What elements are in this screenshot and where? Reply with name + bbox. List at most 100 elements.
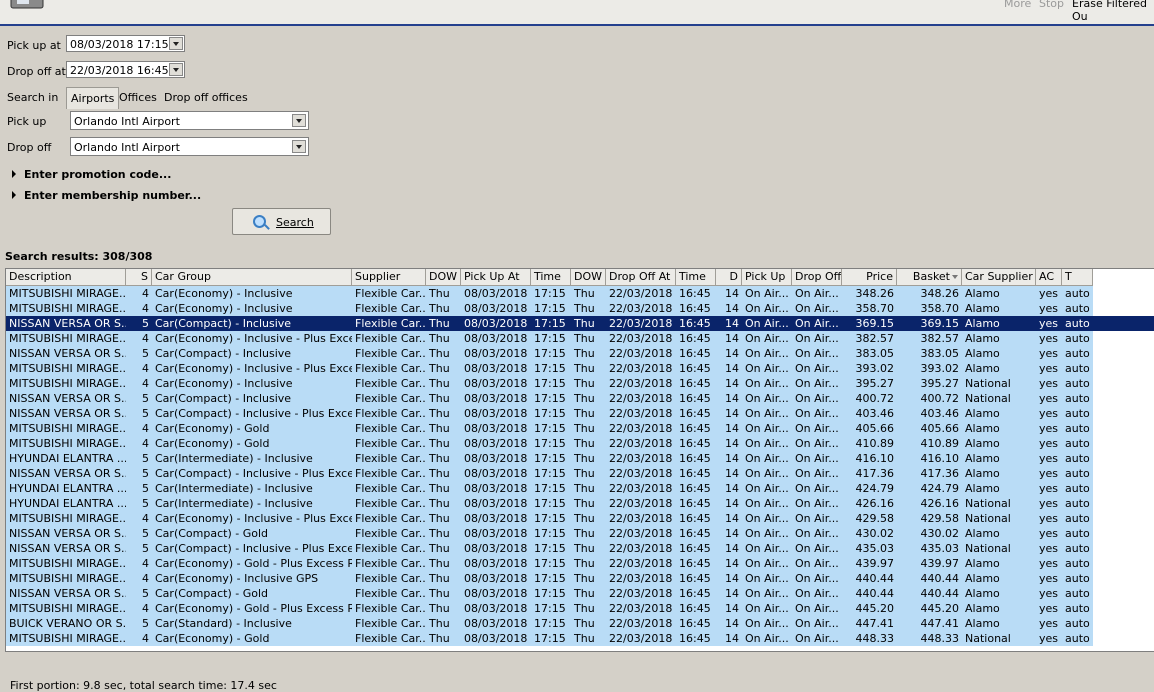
cell-dropoff-dow: Thu bbox=[571, 346, 606, 361]
column-header-car-supplier[interactable]: Car Supplier bbox=[962, 269, 1036, 286]
cell-car-group: Car(Compact) - Inclusive - Plus Exces... bbox=[152, 541, 352, 556]
cell-dropoff-date: 22/03/2018 bbox=[606, 361, 676, 376]
cell-dropoff-date: 22/03/2018 bbox=[606, 586, 676, 601]
cell-dropoff-location: On Air... bbox=[792, 541, 842, 556]
cell-pickup-time: 17:15 bbox=[531, 481, 571, 496]
cell-ac: yes bbox=[1036, 391, 1062, 406]
cell-basket: 400.72 bbox=[897, 391, 962, 406]
dropoff-location-dropdown-icon[interactable] bbox=[292, 140, 306, 153]
cell-price: 382.57 bbox=[842, 331, 897, 346]
table-row[interactable]: MITSUBISHI MIRAGE... 4 Car(Economy) - Gold… bbox=[6, 436, 1093, 451]
pickup-datetime-dropdown-icon[interactable] bbox=[169, 37, 183, 50]
table-row[interactable]: MITSUBISHI MIRAGE... 4 Car(Economy) - Incl… bbox=[6, 331, 1093, 346]
table-row[interactable]: MITSUBISHI MIRAGE... 4 Car(Economy) - Gold… bbox=[6, 601, 1093, 616]
cell-car-group: Car(Economy) - Gold bbox=[152, 436, 352, 451]
cell-dropoff-location: On Air... bbox=[795, 317, 839, 330]
column-header-dropoff-date[interactable]: Drop Off At bbox=[606, 269, 676, 286]
cell-transmission: auto bbox=[1062, 466, 1093, 481]
table-row[interactable]: NISSAN VERSA OR S... 5 Car(Compact) - Gold… bbox=[6, 586, 1093, 601]
cell-pickup-location: On Air... bbox=[742, 451, 792, 466]
search-button[interactable]: Search bbox=[232, 208, 331, 235]
cell-ac: yes bbox=[1036, 421, 1062, 436]
cell-days: 14 bbox=[716, 421, 742, 436]
stop-button[interactable]: Stop bbox=[1039, 0, 1064, 10]
table-row[interactable]: NISSAN VERSA OR S... 5 Car(Compact) - Incl… bbox=[6, 346, 1093, 361]
column-header-pickup-time[interactable]: Time bbox=[531, 269, 571, 286]
cell-description: HYUNDAI ELANTRA ... bbox=[6, 451, 126, 466]
table-row[interactable]: NISSAN VERSA OR S... 5 Car(Compact) - Incl… bbox=[6, 316, 1154, 331]
column-header-dropoff-location[interactable]: Drop Off bbox=[792, 269, 842, 286]
table-row[interactable]: NISSAN VERSA OR S... 5 Car(Compact) - Incl… bbox=[6, 541, 1093, 556]
column-header-dropoff-dow[interactable]: DOW bbox=[571, 269, 606, 286]
column-header-price[interactable]: Price bbox=[842, 269, 897, 286]
dropoff-datetime-field[interactable]: 22/03/2018 16:45 bbox=[66, 61, 185, 78]
cell-days: 14 bbox=[716, 436, 742, 451]
column-header-seats[interactable]: S bbox=[126, 269, 152, 286]
cell-ac: yes bbox=[1036, 481, 1062, 496]
column-header-transmission[interactable]: T bbox=[1062, 269, 1093, 286]
cell-car-supplier: Alamo bbox=[962, 436, 1036, 451]
cell-car-supplier: Alamo bbox=[962, 601, 1036, 616]
erase-filtered-button[interactable]: Erase Filtered Ou bbox=[1072, 0, 1154, 23]
promotion-code-expander[interactable]: Enter promotion code... bbox=[12, 168, 171, 181]
table-row[interactable]: MITSUBISHI MIRAGE... 4 Car(Economy) - Incl… bbox=[6, 511, 1093, 526]
table-row[interactable]: MITSUBISHI MIRAGE... 4 Car(Economy) - Gold… bbox=[6, 631, 1093, 646]
cell-days: 14 bbox=[716, 361, 742, 376]
cell-ac: yes bbox=[1036, 571, 1062, 586]
table-row[interactable]: HYUNDAI ELANTRA ... 5 Car(Intermediate) - … bbox=[6, 496, 1093, 511]
column-header-dropoff-time[interactable]: Time bbox=[676, 269, 716, 286]
table-row[interactable]: HYUNDAI ELANTRA ... 5 Car(Intermediate) - … bbox=[6, 451, 1093, 466]
table-row[interactable]: MITSUBISHI MIRAGE... 4 Car(Economy) - Incl… bbox=[6, 571, 1093, 586]
more-button[interactable]: More bbox=[1004, 0, 1031, 10]
table-row[interactable]: BUICK VERANO OR S... 5 Car(Standard) - Inc… bbox=[6, 616, 1093, 631]
membership-number-expander[interactable]: Enter membership number... bbox=[12, 189, 201, 202]
cell-seats: 5 bbox=[142, 317, 149, 330]
cell-supplier: Flexible Car... bbox=[352, 511, 426, 526]
table-row[interactable]: NISSAN VERSA OR S... 5 Car(Compact) - Incl… bbox=[6, 406, 1093, 421]
column-header-car-group[interactable]: Car Group bbox=[152, 269, 352, 286]
table-row[interactable]: NISSAN VERSA OR S... 5 Car(Compact) - Incl… bbox=[6, 391, 1093, 406]
cell-dropoff-time: 16:45 bbox=[676, 301, 716, 316]
column-header-supplier[interactable]: Supplier bbox=[352, 269, 426, 286]
dropoff-datetime-dropdown-icon[interactable] bbox=[169, 63, 183, 76]
tab-drop-off-offices[interactable]: Drop off offices bbox=[160, 87, 252, 109]
column-header-label: Car Supplier bbox=[965, 270, 1033, 283]
cell-dropoff-location: On Air... bbox=[792, 361, 842, 376]
column-header-pickup-dow[interactable]: DOW bbox=[426, 269, 461, 286]
column-header-description[interactable]: Description bbox=[6, 269, 126, 286]
table-row[interactable]: MITSUBISHI MIRAGE... 4 Car(Economy) - Incl… bbox=[6, 286, 1093, 301]
cell-pickup-dow: Thu bbox=[426, 571, 461, 586]
table-row[interactable]: MITSUBISHI MIRAGE... 4 Car(Economy) - Incl… bbox=[6, 361, 1093, 376]
column-header-days[interactable]: D bbox=[716, 269, 742, 286]
pickup-location-dropdown-icon[interactable] bbox=[292, 114, 306, 127]
dropoff-location-select[interactable]: Orlando Intl Airport bbox=[70, 137, 309, 156]
cell-description: MITSUBISHI MIRAGE... bbox=[6, 556, 126, 571]
table-row[interactable]: MITSUBISHI MIRAGE... 4 Car(Economy) - Incl… bbox=[6, 376, 1093, 391]
pickup-location-select[interactable]: Orlando Intl Airport bbox=[70, 111, 309, 130]
cell-pickup-time: 17:15 bbox=[531, 421, 571, 436]
table-row[interactable]: MITSUBISHI MIRAGE... 4 Car(Economy) - Gold… bbox=[6, 421, 1093, 436]
table-row[interactable]: NISSAN VERSA OR S... 5 Car(Compact) - Gold… bbox=[6, 526, 1093, 541]
cell-days: 14 bbox=[716, 586, 742, 601]
column-header-label: T bbox=[1065, 270, 1072, 283]
cell-price: 448.33 bbox=[842, 631, 897, 646]
cell-car-group: Car(Economy) - Inclusive - Plus Exces... bbox=[152, 511, 352, 526]
tab-offices[interactable]: Offices bbox=[115, 87, 161, 109]
cell-pickup-dow: Thu bbox=[426, 481, 461, 496]
cell-supplier: Flexible Car... bbox=[352, 481, 426, 496]
cell-dropoff-location: On Air... bbox=[792, 286, 842, 301]
table-row[interactable]: HYUNDAI ELANTRA ... 5 Car(Intermediate) - … bbox=[6, 481, 1093, 496]
table-row[interactable]: MITSUBISHI MIRAGE... 4 Car(Economy) - Incl… bbox=[6, 301, 1093, 316]
column-header-label: DOW bbox=[429, 270, 458, 283]
tab-airports[interactable]: Airports bbox=[66, 87, 120, 109]
results-table[interactable]: Description S Car Group Supplier DOW Pick Up … bbox=[5, 268, 1154, 652]
table-row[interactable]: NISSAN VERSA OR S... 5 Car(Compact) - Incl… bbox=[6, 466, 1093, 481]
table-row[interactable]: MITSUBISHI MIRAGE... 4 Car(Economy) - Gold… bbox=[6, 556, 1093, 571]
column-header-ac[interactable]: AC bbox=[1036, 269, 1062, 286]
column-header-pickup-date[interactable]: Pick Up At bbox=[461, 269, 531, 286]
cell-basket: 448.33 bbox=[897, 631, 962, 646]
column-header-basket[interactable]: Basket bbox=[897, 269, 962, 286]
column-header-pickup-location[interactable]: Pick Up bbox=[742, 269, 792, 286]
cell-dropoff-time: 16:45 bbox=[676, 346, 716, 361]
pickup-datetime-field[interactable]: 08/03/2018 17:15 bbox=[66, 35, 185, 52]
